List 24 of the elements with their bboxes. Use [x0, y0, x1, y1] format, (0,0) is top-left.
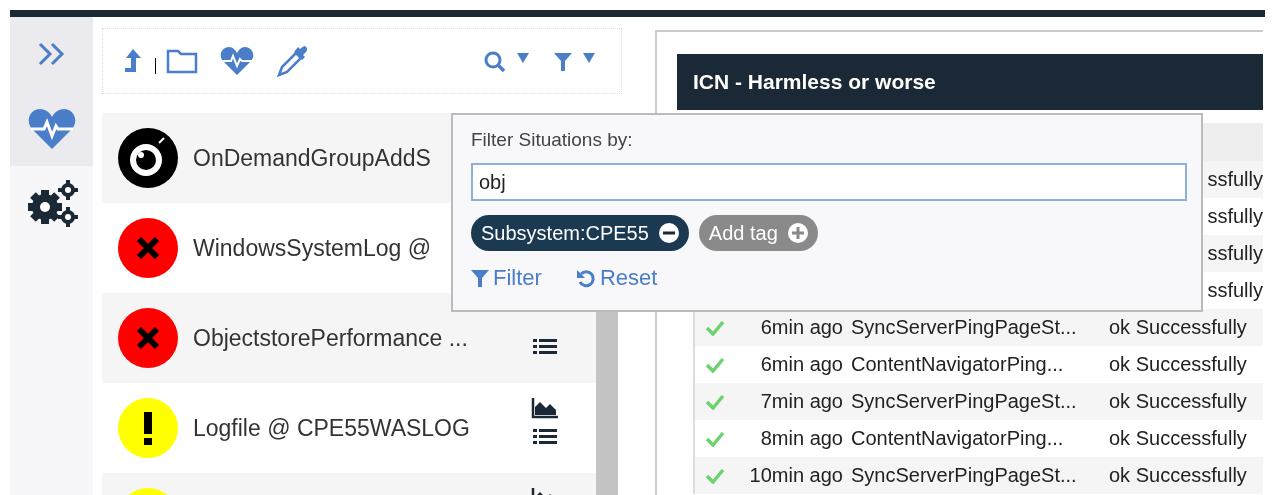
table-cell: ok Successfully [1109, 464, 1247, 487]
table-cell: 10min ago [749, 464, 843, 486]
table-cell: ContentNavigatorPing... [851, 427, 1064, 449]
situation-name: Logfile @ CPE55WASLOG [193, 414, 470, 442]
table-cell: ContentNavigatorPing... [851, 353, 1064, 375]
table-cell: SyncServerPingPageSt... [851, 316, 1077, 338]
table-cell: ok Successfully [1109, 427, 1247, 450]
table-cell: ssfully [1207, 205, 1263, 228]
table-cell: SyncServerPingPageSt... [851, 390, 1077, 412]
table-cell: ssfully [1207, 242, 1263, 265]
table-cell: 8min ago [760, 427, 843, 449]
table-cell: ok Successfully [1109, 390, 1247, 413]
table-cell: ok Successfully [1109, 316, 1247, 339]
table-cell: ssfully [1207, 168, 1263, 191]
table-cell: 6min ago [760, 353, 843, 375]
table-cell: 6min ago [760, 316, 843, 338]
situation-name: ObjectstorePerformance ... [193, 324, 468, 352]
table-cell: ok Successfully [1109, 353, 1247, 376]
situation-name: OnDemandGroupAddS [193, 144, 431, 172]
panel-title: ICN - Harmless or worse [693, 70, 936, 94]
situation-name: WindowsSystemLog @ [193, 234, 432, 262]
table-cell: ssfully [1207, 279, 1263, 302]
table-cell: SyncServerPingPageSt... [851, 464, 1077, 486]
table-cell: 7min ago [760, 390, 843, 412]
